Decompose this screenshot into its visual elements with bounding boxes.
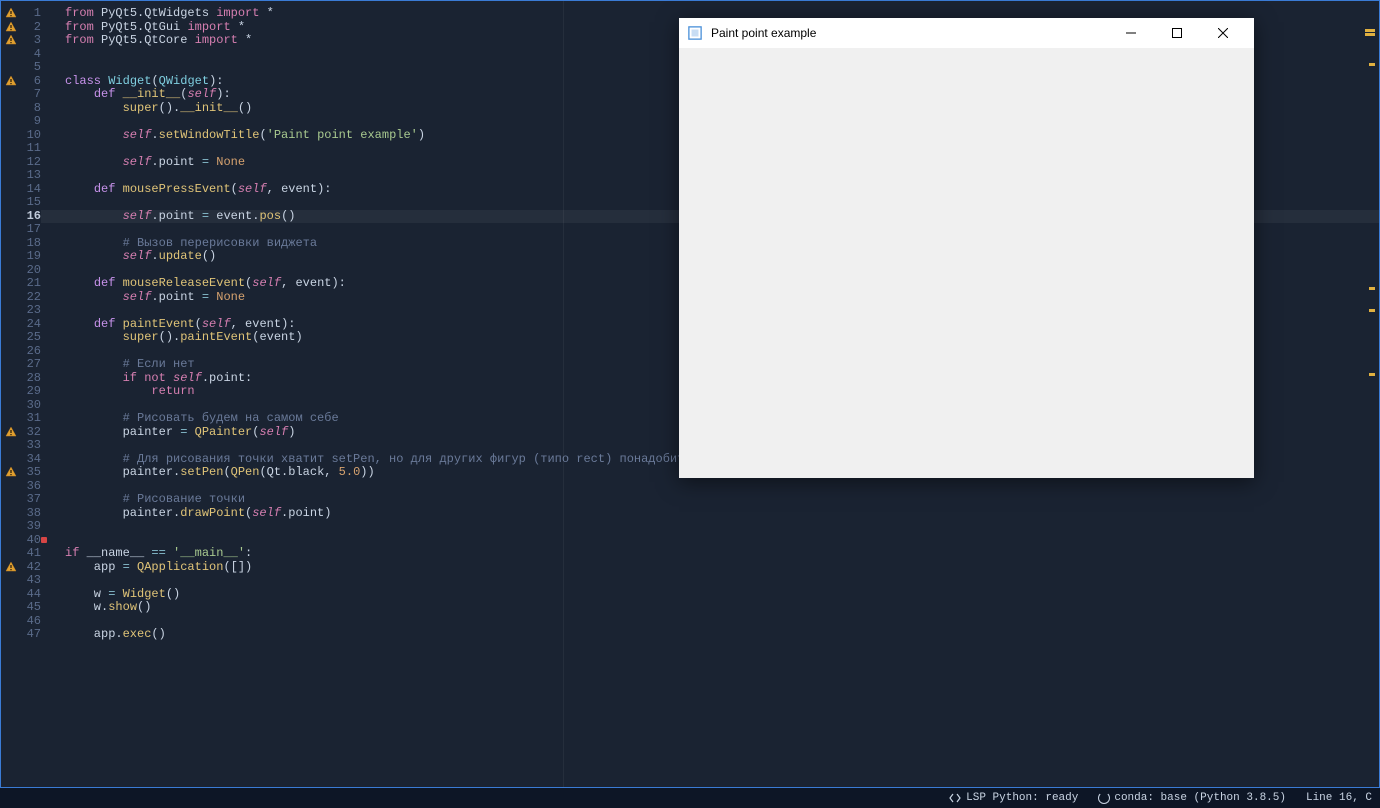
warning-icon[interactable]: [5, 7, 17, 19]
code-line[interactable]: [41, 520, 1379, 534]
code-line[interactable]: [41, 534, 1379, 548]
line-number: 20: [19, 264, 41, 278]
close-button[interactable]: [1200, 18, 1246, 48]
line-number: 17: [19, 223, 41, 237]
minimap-marker[interactable]: [1365, 33, 1375, 36]
line-number: 35: [19, 466, 41, 480]
line-number: 23: [19, 304, 41, 318]
line-number: 45: [19, 601, 41, 615]
line-number: 43: [19, 574, 41, 588]
line-number: 29: [19, 385, 41, 399]
line-number: 7: [19, 88, 41, 102]
line-number: 46: [19, 615, 41, 629]
line-number: 5: [19, 61, 41, 75]
line-number: 36: [19, 480, 41, 494]
line-number: 6: [19, 75, 41, 89]
line-number: 21: [19, 277, 41, 291]
minimap-marker[interactable]: [1365, 29, 1375, 32]
minimize-button[interactable]: [1108, 18, 1154, 48]
status-bar: LSP Python: ready conda: base (Python 3.…: [0, 788, 1380, 808]
line-number: 3: [19, 34, 41, 48]
line-number: 1: [19, 7, 41, 21]
wrap-guide: [563, 1, 564, 787]
line-number: 44: [19, 588, 41, 602]
code-line[interactable]: [41, 574, 1379, 588]
line-number: 14: [19, 183, 41, 197]
code-line[interactable]: if __name__ == '__main__':: [41, 547, 1379, 561]
warning-icon[interactable]: [5, 561, 17, 573]
app-canvas[interactable]: [679, 48, 1254, 478]
marker-strip[interactable]: [1361, 1, 1375, 787]
line-number: 38: [19, 507, 41, 521]
line-number: 27: [19, 358, 41, 372]
line-number: 16: [19, 210, 41, 224]
minimap-marker[interactable]: [1369, 287, 1375, 290]
line-number: 30: [19, 399, 41, 413]
line-number: 24: [19, 318, 41, 332]
window-title-bar[interactable]: Paint point example: [679, 18, 1254, 48]
line-number: 15: [19, 196, 41, 210]
minimap-marker[interactable]: [1369, 373, 1375, 376]
line-number: 25: [19, 331, 41, 345]
line-number: 41: [19, 547, 41, 561]
editor-gutter: 1234567891011121314151617181920212223242…: [1, 1, 41, 787]
line-number: 8: [19, 102, 41, 116]
warning-icon[interactable]: [5, 75, 17, 87]
line-number: 34: [19, 453, 41, 467]
line-number: 2: [19, 21, 41, 35]
eol-whitespace-marker: [41, 537, 47, 543]
lsp-status[interactable]: LSP Python: ready: [948, 791, 1078, 805]
code-line[interactable]: # Рисование точки: [41, 493, 1379, 507]
code-line[interactable]: [41, 480, 1379, 494]
line-number: 12: [19, 156, 41, 170]
line-number: 33: [19, 439, 41, 453]
code-line[interactable]: app.exec(): [41, 628, 1379, 642]
code-line[interactable]: [41, 615, 1379, 629]
code-line[interactable]: painter.drawPoint(self.point): [41, 507, 1379, 521]
line-number: 39: [19, 520, 41, 534]
conda-status[interactable]: conda: base (Python 3.8.5): [1098, 792, 1286, 804]
pyqt-app-window[interactable]: Paint point example: [679, 18, 1254, 478]
line-numbers: 1234567891011121314151617181920212223242…: [19, 1, 41, 642]
warning-icon[interactable]: [5, 34, 17, 46]
window-controls: [1108, 18, 1246, 48]
code-line[interactable]: app = QApplication([]): [41, 561, 1379, 575]
line-number: 26: [19, 345, 41, 359]
line-number: 42: [19, 561, 41, 575]
line-number: 13: [19, 169, 41, 183]
line-number: 40: [19, 534, 41, 548]
line-number: 4: [19, 48, 41, 62]
warning-icon[interactable]: [5, 426, 17, 438]
app-icon: [687, 25, 703, 41]
spinner-icon: [1098, 792, 1110, 804]
line-number: 28: [19, 372, 41, 386]
line-number: 10: [19, 129, 41, 143]
line-number: 11: [19, 142, 41, 156]
line-number: 22: [19, 291, 41, 305]
code-line[interactable]: w.show(): [41, 601, 1379, 615]
line-number: 18: [19, 237, 41, 251]
minimap-marker[interactable]: [1369, 309, 1375, 312]
line-number: 19: [19, 250, 41, 264]
window-title: Paint point example: [711, 26, 1108, 40]
maximize-button[interactable]: [1154, 18, 1200, 48]
warning-icon[interactable]: [5, 21, 17, 33]
line-number: 47: [19, 628, 41, 642]
code-line[interactable]: w = Widget(): [41, 588, 1379, 602]
line-number: 37: [19, 493, 41, 507]
minimap-marker[interactable]: [1369, 63, 1375, 66]
line-number: 9: [19, 115, 41, 129]
warning-icon[interactable]: [5, 466, 17, 478]
line-number: 32: [19, 426, 41, 440]
cursor-position[interactable]: Line 16, C: [1306, 792, 1372, 804]
line-number: 31: [19, 412, 41, 426]
